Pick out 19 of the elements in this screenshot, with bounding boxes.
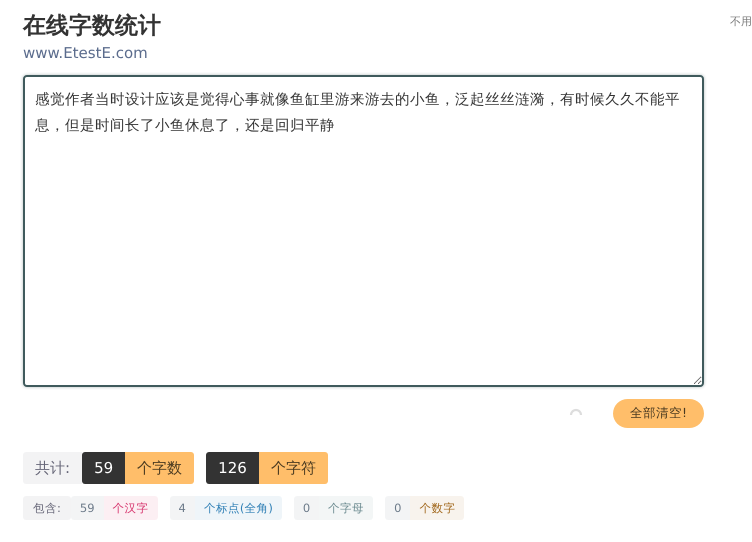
side-note: 不用: [730, 14, 752, 29]
count-unit: 个字符: [258, 452, 328, 484]
count-value: 59: [82, 452, 126, 484]
count-unit: 个字母: [319, 496, 374, 520]
count-value: 4: [170, 496, 195, 520]
count-unit: 个数字: [410, 496, 464, 520]
count-value: 0: [385, 496, 410, 520]
total-label: 共计:: [23, 452, 82, 484]
count-value: 59: [70, 496, 104, 520]
count-value: 126: [206, 452, 259, 484]
contains-label: 包含:: [23, 496, 71, 520]
count-value: 0: [294, 496, 320, 520]
count-unit: 个汉字: [104, 496, 158, 520]
clear-all-button[interactable]: 全部清空!: [612, 399, 704, 428]
text-area[interactable]: 感觉作者当时设计应该是觉得心事就像鱼缸里游来游去的小鱼，泛起丝丝涟漪，有时候久久不能平息，但是时间长了小鱼休息了，还是回归平静: [23, 75, 704, 387]
count-unit: 个标点(全角): [194, 496, 282, 520]
site-title: 在线字数统计: [23, 12, 161, 41]
site-url: www.EtestE.com: [23, 43, 148, 64]
count-unit: 个字数: [125, 452, 194, 484]
